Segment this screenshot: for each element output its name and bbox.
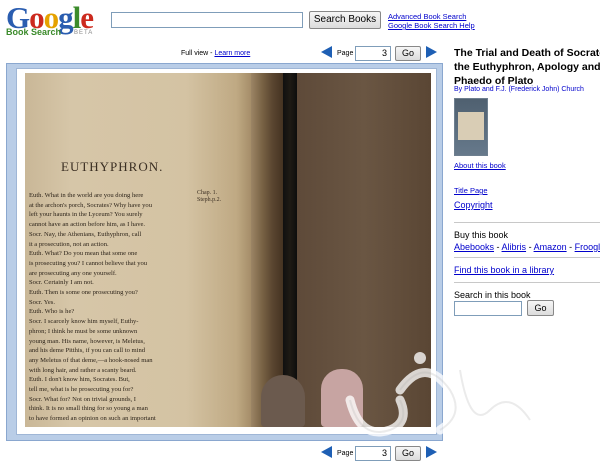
text-line: at the archon's porch, Socrates? Why hav…	[29, 201, 153, 209]
page-label: Page	[337, 50, 354, 57]
buy-link-amazon[interactable]: Amazon	[534, 242, 567, 252]
text-line: Socr. I scarcely know him myself, Euthy-	[29, 318, 139, 326]
book-title: The Trial and Death of Socrates: the Eut…	[454, 46, 600, 88]
text-line: Euth. What? Do you mean that some one	[29, 250, 138, 258]
text-line: Euth. What in the world are you doing he…	[29, 192, 144, 199]
about-book-link[interactable]: About this book	[454, 161, 506, 170]
margin-note: Chap. 1. Steph.p.2.	[197, 190, 221, 204]
separator: -	[566, 242, 575, 252]
view-label: Full view -	[181, 50, 215, 57]
buy-heading: Buy this book	[454, 230, 509, 240]
site-watermark-logo	[345, 344, 570, 437]
copyright-link[interactable]: Copyright	[454, 200, 493, 210]
text-line: phron; I think he must be some unknown	[29, 327, 138, 335]
separator: -	[494, 242, 502, 252]
help-link[interactable]: Google Book Search Help	[388, 21, 475, 30]
text-line: with long hair, and rather a scanty bear…	[29, 366, 137, 374]
text-line: Euth. I don't know him, Socrates. But,	[29, 376, 130, 384]
authors-link[interactable]: By Plato and F.J. (Frederick John) Churc…	[454, 86, 584, 93]
text-line: to have formed an opinion on such an imp…	[29, 415, 156, 423]
learn-more-link[interactable]: Learn more	[214, 50, 250, 57]
book-search-input[interactable]	[111, 12, 303, 28]
cover-label-icon	[458, 112, 484, 140]
page-go-button[interactable]: Go	[395, 46, 421, 61]
margin-note-line: Steph.p.2.	[197, 197, 222, 203]
page-number-input[interactable]: 3	[355, 46, 391, 61]
text-line: are prosecuting any one yourself.	[29, 269, 117, 277]
text-line: tell me, what is he prosecuting you for?	[29, 386, 134, 394]
buy-link-alibris[interactable]: Alibris	[502, 242, 527, 252]
text-line: Socr. What for? Not on trivial grounds, …	[29, 395, 137, 403]
margin-note-line: Chap. 1.	[197, 190, 218, 196]
text-line: Socr. Certainly I am not.	[29, 279, 94, 287]
logo-product-name: Book Search	[6, 27, 62, 37]
text-line: and his deme Pitthis, if you can call to…	[29, 347, 146, 355]
divider	[454, 222, 600, 223]
text-line: any Meletus of that deme,—a hook-nosed m…	[29, 356, 153, 364]
text-line: think. It is no small thing for so young…	[29, 405, 148, 413]
text-line: left your haunts in the Lyceum? You sure…	[29, 211, 143, 219]
text-line: is prosecuting you? I cannot believe tha…	[29, 259, 148, 267]
search-in-book-go-button[interactable]: Go	[527, 300, 554, 316]
text-line: cannot have an action before him, as I h…	[29, 221, 146, 229]
find-in-library-link[interactable]: Find this book in a library	[454, 265, 554, 275]
separator: -	[526, 242, 534, 252]
buy-link-abebooks[interactable]: Abebooks	[454, 242, 494, 252]
buy-links: Abebooks - Alibris - Amazon - Froogle	[454, 242, 600, 252]
buy-link-froogle[interactable]: Froogle	[575, 242, 600, 252]
next-page-icon[interactable]	[426, 46, 437, 58]
text-line: it a prosecution, not an action.	[29, 240, 109, 248]
previous-page-icon[interactable]	[321, 46, 332, 58]
divider	[454, 282, 600, 283]
view-status: Full view - Learn more	[181, 50, 250, 57]
page-body-text: Euth. What in the world are you doing he…	[29, 191, 193, 424]
search-in-book-heading: Search in this book	[454, 290, 531, 300]
search-books-button[interactable]: Search Books	[309, 11, 381, 29]
page-heading: EUTHYPHRON.	[61, 159, 164, 174]
beta-badge: BETA	[74, 30, 94, 36]
page-edge	[251, 73, 287, 427]
book-title-line: The Trial and Death of Socrates:	[454, 47, 600, 59]
book-spine	[283, 73, 297, 427]
text-line: young man. His name, however, is Meletus…	[29, 337, 145, 345]
scanner-finger	[261, 375, 305, 427]
text-line: Socr. Nay, the Athenians, Euthyphron, ca…	[29, 230, 142, 238]
text-line: Socr. Yes.	[29, 298, 56, 306]
divider	[454, 257, 600, 258]
title-page-link[interactable]: Title Page	[454, 186, 488, 195]
text-line: Euth. Who is he?	[29, 308, 75, 316]
advanced-search-link[interactable]: Advanced Book Search	[388, 12, 466, 21]
text-line: Euth. Then is some one prosecuting you?	[29, 289, 138, 297]
book-title-line: the Euthyphron, Apology and	[454, 61, 600, 73]
search-in-book-input[interactable]	[454, 301, 522, 316]
